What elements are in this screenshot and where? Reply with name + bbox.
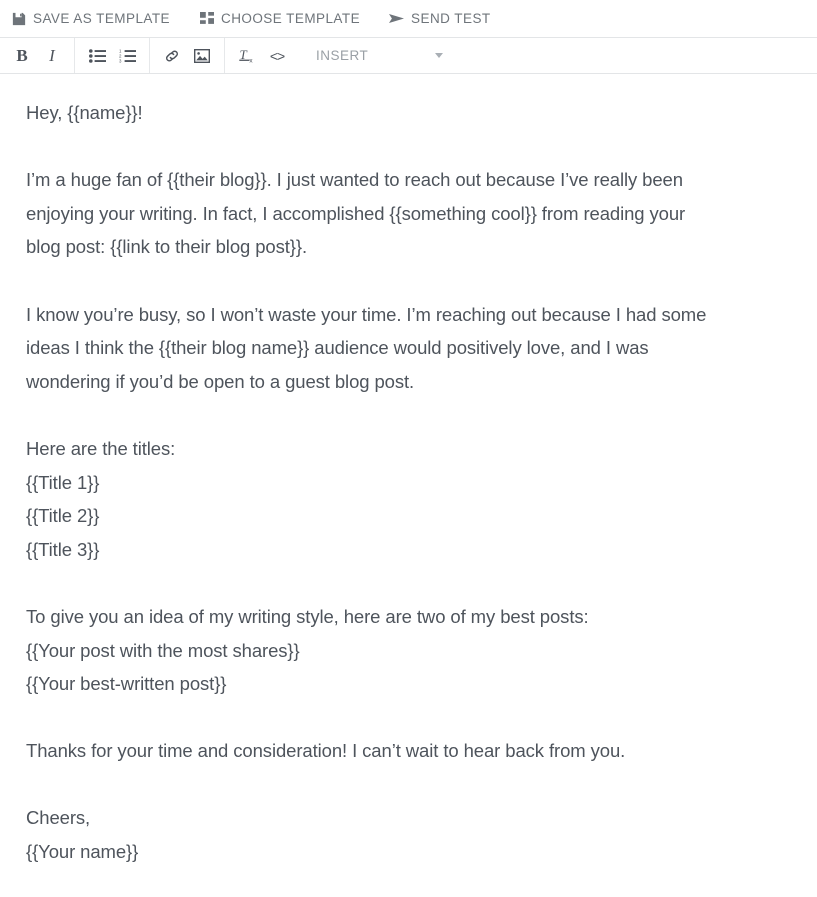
paragraph-intro: I’m a huge fan of {{their blog}}. I just… [26,163,791,264]
paragraph-greeting: Hey, {{name}}! [26,96,791,130]
unordered-list-button[interactable] [82,39,112,73]
clear-formatting-button[interactable]: T x [232,39,262,73]
ordered-list-icon: 1 2 3 [119,49,136,63]
insert-dropdown[interactable]: INSERT [299,38,444,73]
paragraph-thanks: Thanks for your time and consideration! … [26,734,791,768]
text-line: To give you an idea of my writing style,… [26,605,589,627]
bold-icon: B [16,46,28,65]
text-line: {{Title 2}} [26,505,100,527]
italic-button[interactable]: I [37,39,67,73]
text-line: I’m a huge fan of {{their blog}}. I just… [26,169,683,191]
text-line: wondering if you’d be open to a guest bl… [26,370,415,392]
text-line: ideas I think the {{their blog name}} au… [26,337,649,359]
text-line: Hey, {{name}}! [26,102,143,123]
floppy-disk-icon [11,11,26,26]
save-as-template-label: SAVE AS TEMPLATE [33,11,170,26]
toolbar-group-lists: 1 2 3 [75,38,150,73]
text-line: {{Your post with the most shares}} [26,639,300,661]
email-body-editor[interactable]: Hey, {{name}}! I’m a huge fan of {{their… [0,74,817,869]
svg-text:3: 3 [119,58,122,62]
text-line: Here are the titles: [26,437,176,459]
paragraph-pitch: I know you’re busy, so I won’t waste you… [26,298,791,399]
text-line: Thanks for your time and consideration! … [26,740,626,762]
text-line: {{Title 1}} [26,471,100,493]
insert-dropdown-label: INSERT [316,48,369,63]
ordered-list-button[interactable]: 1 2 3 [112,39,142,73]
image-button[interactable] [187,39,217,73]
code-button[interactable]: <> [262,39,292,73]
toolbar-group-clear-code: T x <> [225,38,299,73]
italic-icon: I [49,46,55,65]
text-line: {{Your name}} [26,841,139,863]
text-line: {{Title 3}} [26,538,100,560]
clear-formatting-icon: T x [238,48,256,64]
paper-plane-icon [389,11,405,26]
paragraph-titles: Here are the titles: {{Title 1}} {{Title… [26,432,791,566]
save-as-template-button[interactable]: SAVE AS TEMPLATE [9,0,180,37]
text-line: Cheers, [26,807,91,829]
link-icon [164,48,180,64]
text-line: {{Your best-written post}} [26,673,227,695]
chevron-down-icon [435,53,444,58]
text-line: blog post: {{link to their blog post}}. [26,236,307,258]
editor-action-bar: SAVE AS TEMPLATE CHOOSE TEMPLATE SEND TE… [0,0,817,38]
text-line: enjoying your writing. In fact, I accomp… [26,202,686,224]
toolbar-group-text-style: B I [0,38,75,73]
paragraph-samples: To give you an idea of my writing style,… [26,600,791,701]
link-button[interactable] [157,39,187,73]
choose-template-button[interactable]: CHOOSE TEMPLATE [197,0,370,37]
formatting-toolbar: B I 1 2 3 T x <> INSERT [0,38,817,74]
code-icon: <> [269,47,285,64]
unordered-list-icon [88,48,106,63]
image-icon [194,48,210,63]
svg-text:x: x [249,57,253,63]
send-test-button[interactable]: SEND TEST [387,0,501,37]
toolbar-group-insert-media [150,38,225,73]
paragraph-signoff: Cheers, {{Your name}} [26,801,791,868]
bold-button[interactable]: B [7,39,37,73]
grid-layout-icon [199,11,214,26]
choose-template-label: CHOOSE TEMPLATE [221,11,361,26]
email-document: Hey, {{name}}! I’m a huge fan of {{their… [26,96,791,869]
text-line: I know you’re busy, so I won’t waste you… [26,303,707,325]
send-test-label: SEND TEST [411,11,491,26]
